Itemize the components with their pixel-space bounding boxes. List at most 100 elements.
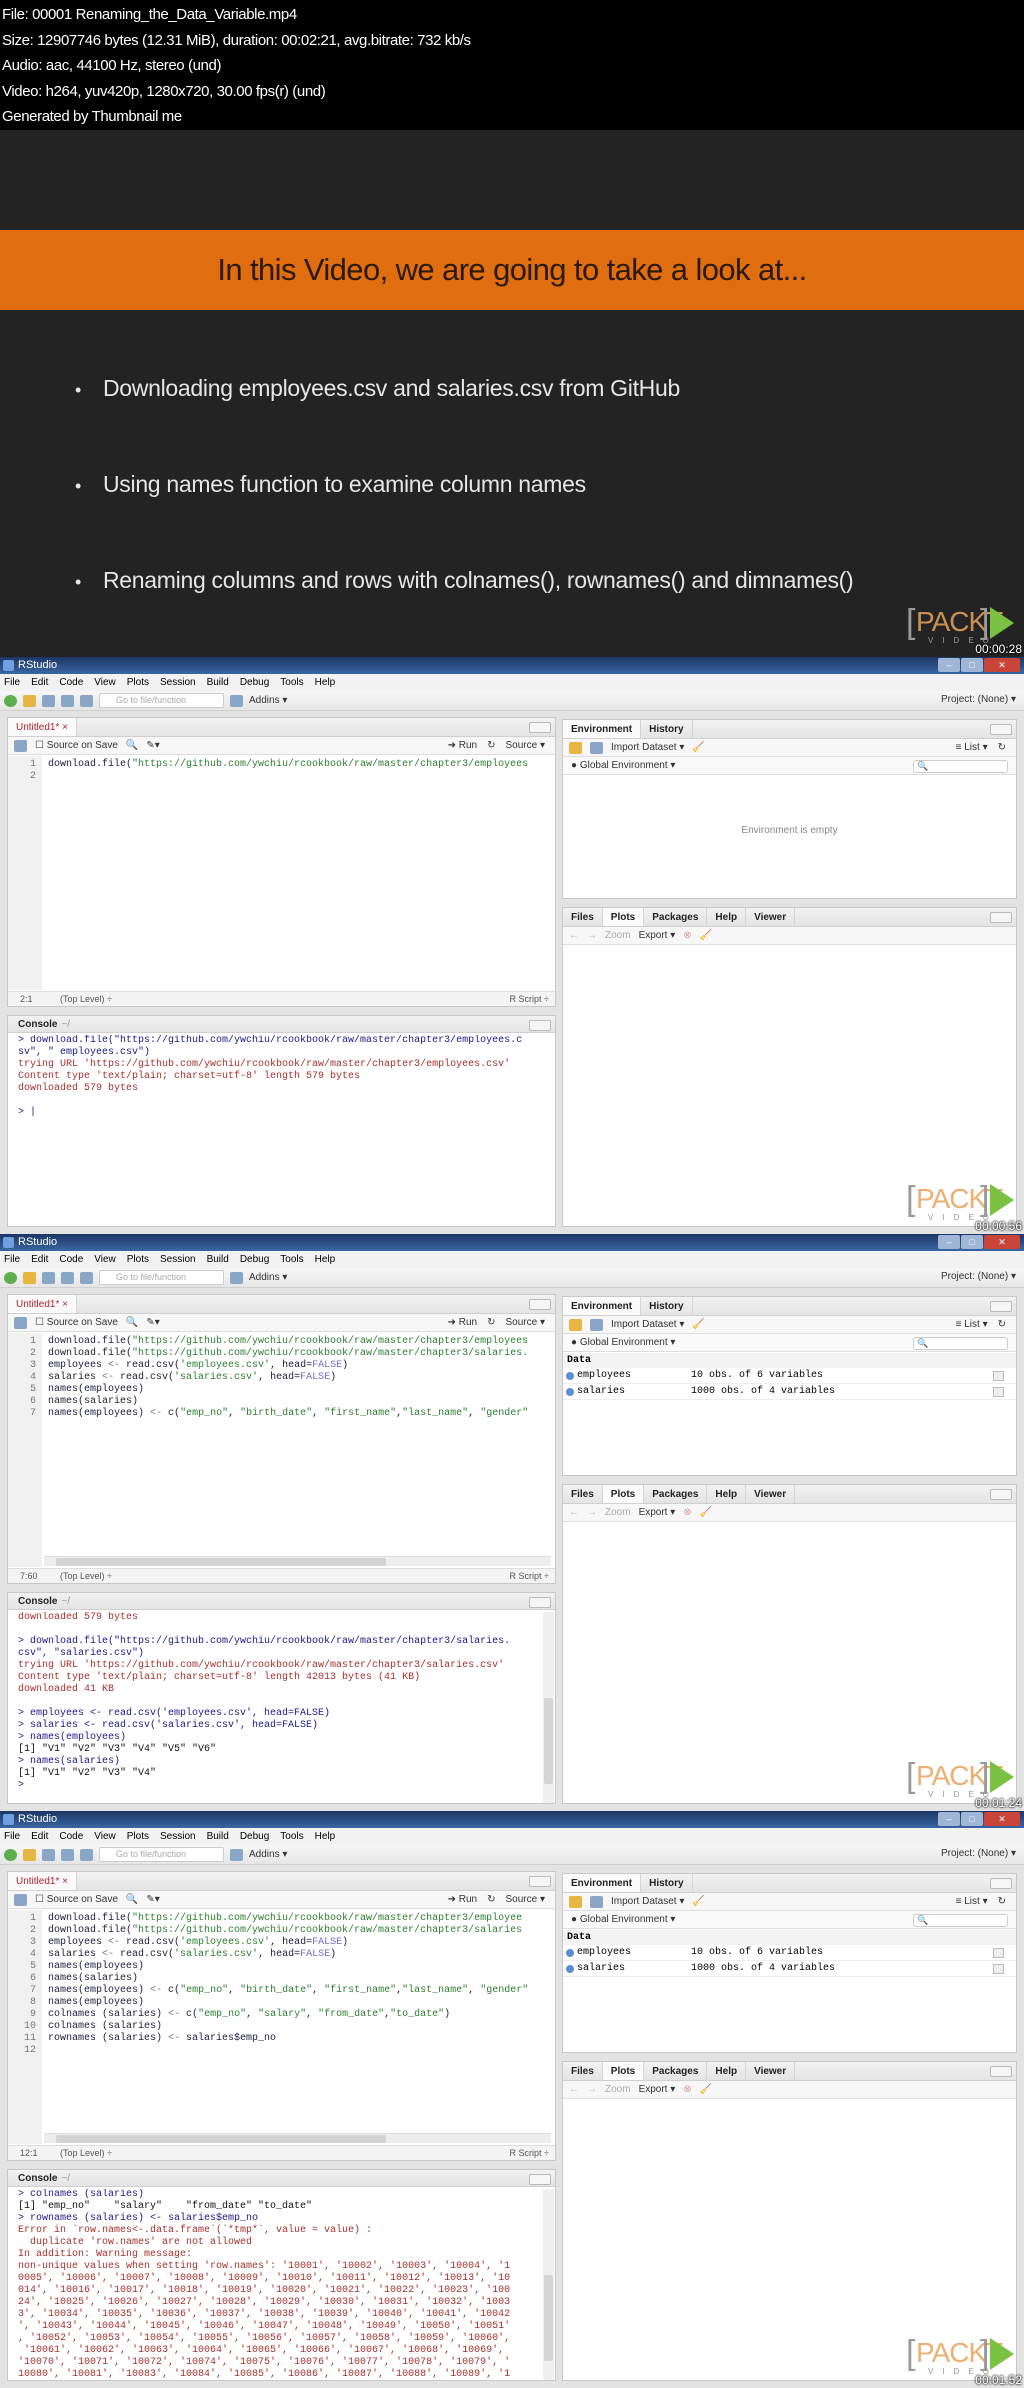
code-area[interactable]: 1 2 3 4 5 6 7 download.file("https://gith…	[8, 1333, 555, 1567]
menu-edit[interactable]: Edit	[31, 674, 48, 691]
pane-minmax-button[interactable]	[529, 1299, 551, 1310]
pane-minmax-button[interactable]	[529, 1020, 551, 1031]
print-icon[interactable]	[80, 694, 93, 707]
load-workspace-icon[interactable]	[569, 741, 582, 754]
close-button[interactable]: ✕	[984, 1812, 1020, 1826]
file-type-selector[interactable]: R Script ÷	[510, 2146, 549, 2160]
save-icon[interactable]	[42, 694, 55, 707]
environment-search-input[interactable]: 🔍	[913, 1337, 1008, 1350]
environment-search-input[interactable]: 🔍	[913, 1914, 1008, 1927]
export-menu[interactable]: Export ▾	[639, 1507, 676, 1518]
menu-view[interactable]: View	[94, 674, 116, 691]
menu-file[interactable]: File	[4, 1251, 20, 1268]
pane-minmax-button[interactable]	[529, 1876, 551, 1887]
pane-minmax-button[interactable]	[990, 1878, 1012, 1889]
export-menu[interactable]: Export ▾	[639, 2084, 676, 2095]
menu-plots[interactable]: Plots	[127, 674, 149, 691]
tab-viewer[interactable]: Viewer	[746, 908, 796, 926]
clear-plots-icon[interactable]: 🧹	[700, 2084, 712, 2095]
source-button[interactable]: Source ▾	[506, 1317, 545, 1328]
back-arrow-icon[interactable]: ←	[569, 2084, 579, 2095]
menu-debug[interactable]: Debug	[240, 1828, 269, 1845]
project-menu[interactable]: Project: (None) ▾	[941, 694, 1016, 705]
menu-tools[interactable]: Tools	[280, 1828, 303, 1845]
list-view-menu[interactable]: ≡ List ▾	[956, 1896, 988, 1907]
tab-plots[interactable]: Plots	[602, 1485, 645, 1503]
tab-files[interactable]: Files	[563, 2062, 603, 2080]
expand-icon[interactable]	[566, 1372, 574, 1380]
goto-file-input[interactable]: Go to file/function	[99, 693, 224, 708]
scroll-thumb[interactable]	[56, 2135, 386, 2143]
remove-plot-icon[interactable]: ⊗	[683, 2084, 691, 2095]
import-dataset-button[interactable]: Import Dataset ▾	[611, 1896, 684, 1907]
print-icon[interactable]	[80, 1848, 93, 1861]
import-dataset-button[interactable]: Import Dataset ▾	[611, 1319, 684, 1330]
source-on-save-checkbox[interactable]: ☐ Source on Save	[35, 740, 118, 751]
save-icon[interactable]	[42, 1848, 55, 1861]
pane-minmax-button[interactable]	[529, 722, 551, 733]
pane-minmax-button[interactable]	[529, 1597, 551, 1608]
menu-session[interactable]: Session	[160, 1251, 196, 1268]
minimize-button[interactable]: –	[938, 658, 960, 672]
back-arrow-icon[interactable]: ←	[569, 1507, 579, 1518]
save-icon[interactable]	[14, 1893, 27, 1906]
menu-help[interactable]: Help	[315, 1251, 336, 1268]
tab-help[interactable]: Help	[707, 1485, 747, 1503]
broom-icon[interactable]: 🧹	[692, 742, 704, 753]
menu-session[interactable]: Session	[160, 1828, 196, 1845]
rerun-button[interactable]: ↻	[487, 1317, 495, 1328]
remove-plot-icon[interactable]: ⊗	[683, 1507, 691, 1518]
open-file-icon[interactable]	[23, 1848, 36, 1861]
project-menu[interactable]: Project: (None) ▾	[941, 1271, 1016, 1282]
close-button[interactable]: ✕	[984, 658, 1020, 672]
zoom-button[interactable]: Zoom	[605, 930, 631, 941]
new-file-icon[interactable]	[4, 1848, 17, 1861]
forward-arrow-icon[interactable]: →	[587, 1507, 597, 1518]
menu-build[interactable]: Build	[207, 1251, 229, 1268]
menu-build[interactable]: Build	[207, 1828, 229, 1845]
run-button[interactable]: ➜ Run	[448, 740, 478, 751]
console-output[interactable]: > colnames (salaries) [1] "emp_no" "salar…	[18, 2189, 541, 2380]
tab-packages[interactable]: Packages	[644, 1485, 708, 1503]
pane-minmax-button[interactable]	[529, 2174, 551, 2185]
addins-menu[interactable]: Addins ▾	[249, 695, 287, 706]
menu-session[interactable]: Session	[160, 674, 196, 691]
save-workspace-icon[interactable]	[590, 1318, 603, 1331]
source-on-save-checkbox[interactable]: ☐ Source on Save	[35, 1317, 118, 1328]
file-type-selector[interactable]: R Script ÷	[510, 992, 549, 1006]
scroll-thumb[interactable]	[544, 2274, 553, 2361]
maximize-button[interactable]: □	[961, 1812, 983, 1826]
code-area[interactable]: 1 2 3 4 5 6 7 8 9 10 11 12 download.file(…	[8, 1910, 555, 2144]
maximize-button[interactable]: □	[961, 1235, 983, 1249]
addins-menu[interactable]: Addins ▾	[249, 1272, 287, 1283]
refresh-icon[interactable]: ↻	[998, 1319, 1006, 1330]
menu-plots[interactable]: Plots	[127, 1828, 149, 1845]
expand-icon[interactable]	[566, 1965, 574, 1973]
menu-debug[interactable]: Debug	[240, 1251, 269, 1268]
save-icon[interactable]	[14, 739, 27, 752]
vertical-scrollbar[interactable]	[543, 2189, 554, 2380]
list-view-menu[interactable]: ≡ List ▾	[956, 1319, 988, 1330]
file-type-selector[interactable]: R Script ÷	[510, 1569, 549, 1583]
menu-view[interactable]: View	[94, 1251, 116, 1268]
tab-packages[interactable]: Packages	[644, 908, 708, 926]
view-data-icon[interactable]	[993, 1371, 1004, 1381]
menu-help[interactable]: Help	[315, 674, 336, 691]
goto-file-input[interactable]: Go to file/function	[99, 1270, 224, 1285]
wand-icon[interactable]: ✎▾	[146, 1894, 159, 1905]
tab-viewer[interactable]: Viewer	[746, 2062, 796, 2080]
close-button[interactable]: ✕	[984, 1235, 1020, 1249]
save-all-icon[interactable]	[61, 1848, 74, 1861]
scope-selector[interactable]: (Top Level) ÷	[60, 992, 112, 1006]
menu-tools[interactable]: Tools	[280, 1251, 303, 1268]
tab-packages[interactable]: Packages	[644, 2062, 708, 2080]
tab-untitled1[interactable]: Untitled1* ×	[8, 1872, 77, 1890]
load-workspace-icon[interactable]	[569, 1895, 582, 1908]
tab-files[interactable]: Files	[563, 1485, 603, 1503]
menu-code[interactable]: Code	[59, 1251, 83, 1268]
menu-file[interactable]: File	[4, 1828, 20, 1845]
tab-history[interactable]: History	[641, 1874, 693, 1892]
search-icon[interactable]: 🔍	[126, 1317, 138, 1328]
scroll-thumb[interactable]	[56, 1558, 386, 1566]
expand-icon[interactable]	[566, 1388, 574, 1396]
